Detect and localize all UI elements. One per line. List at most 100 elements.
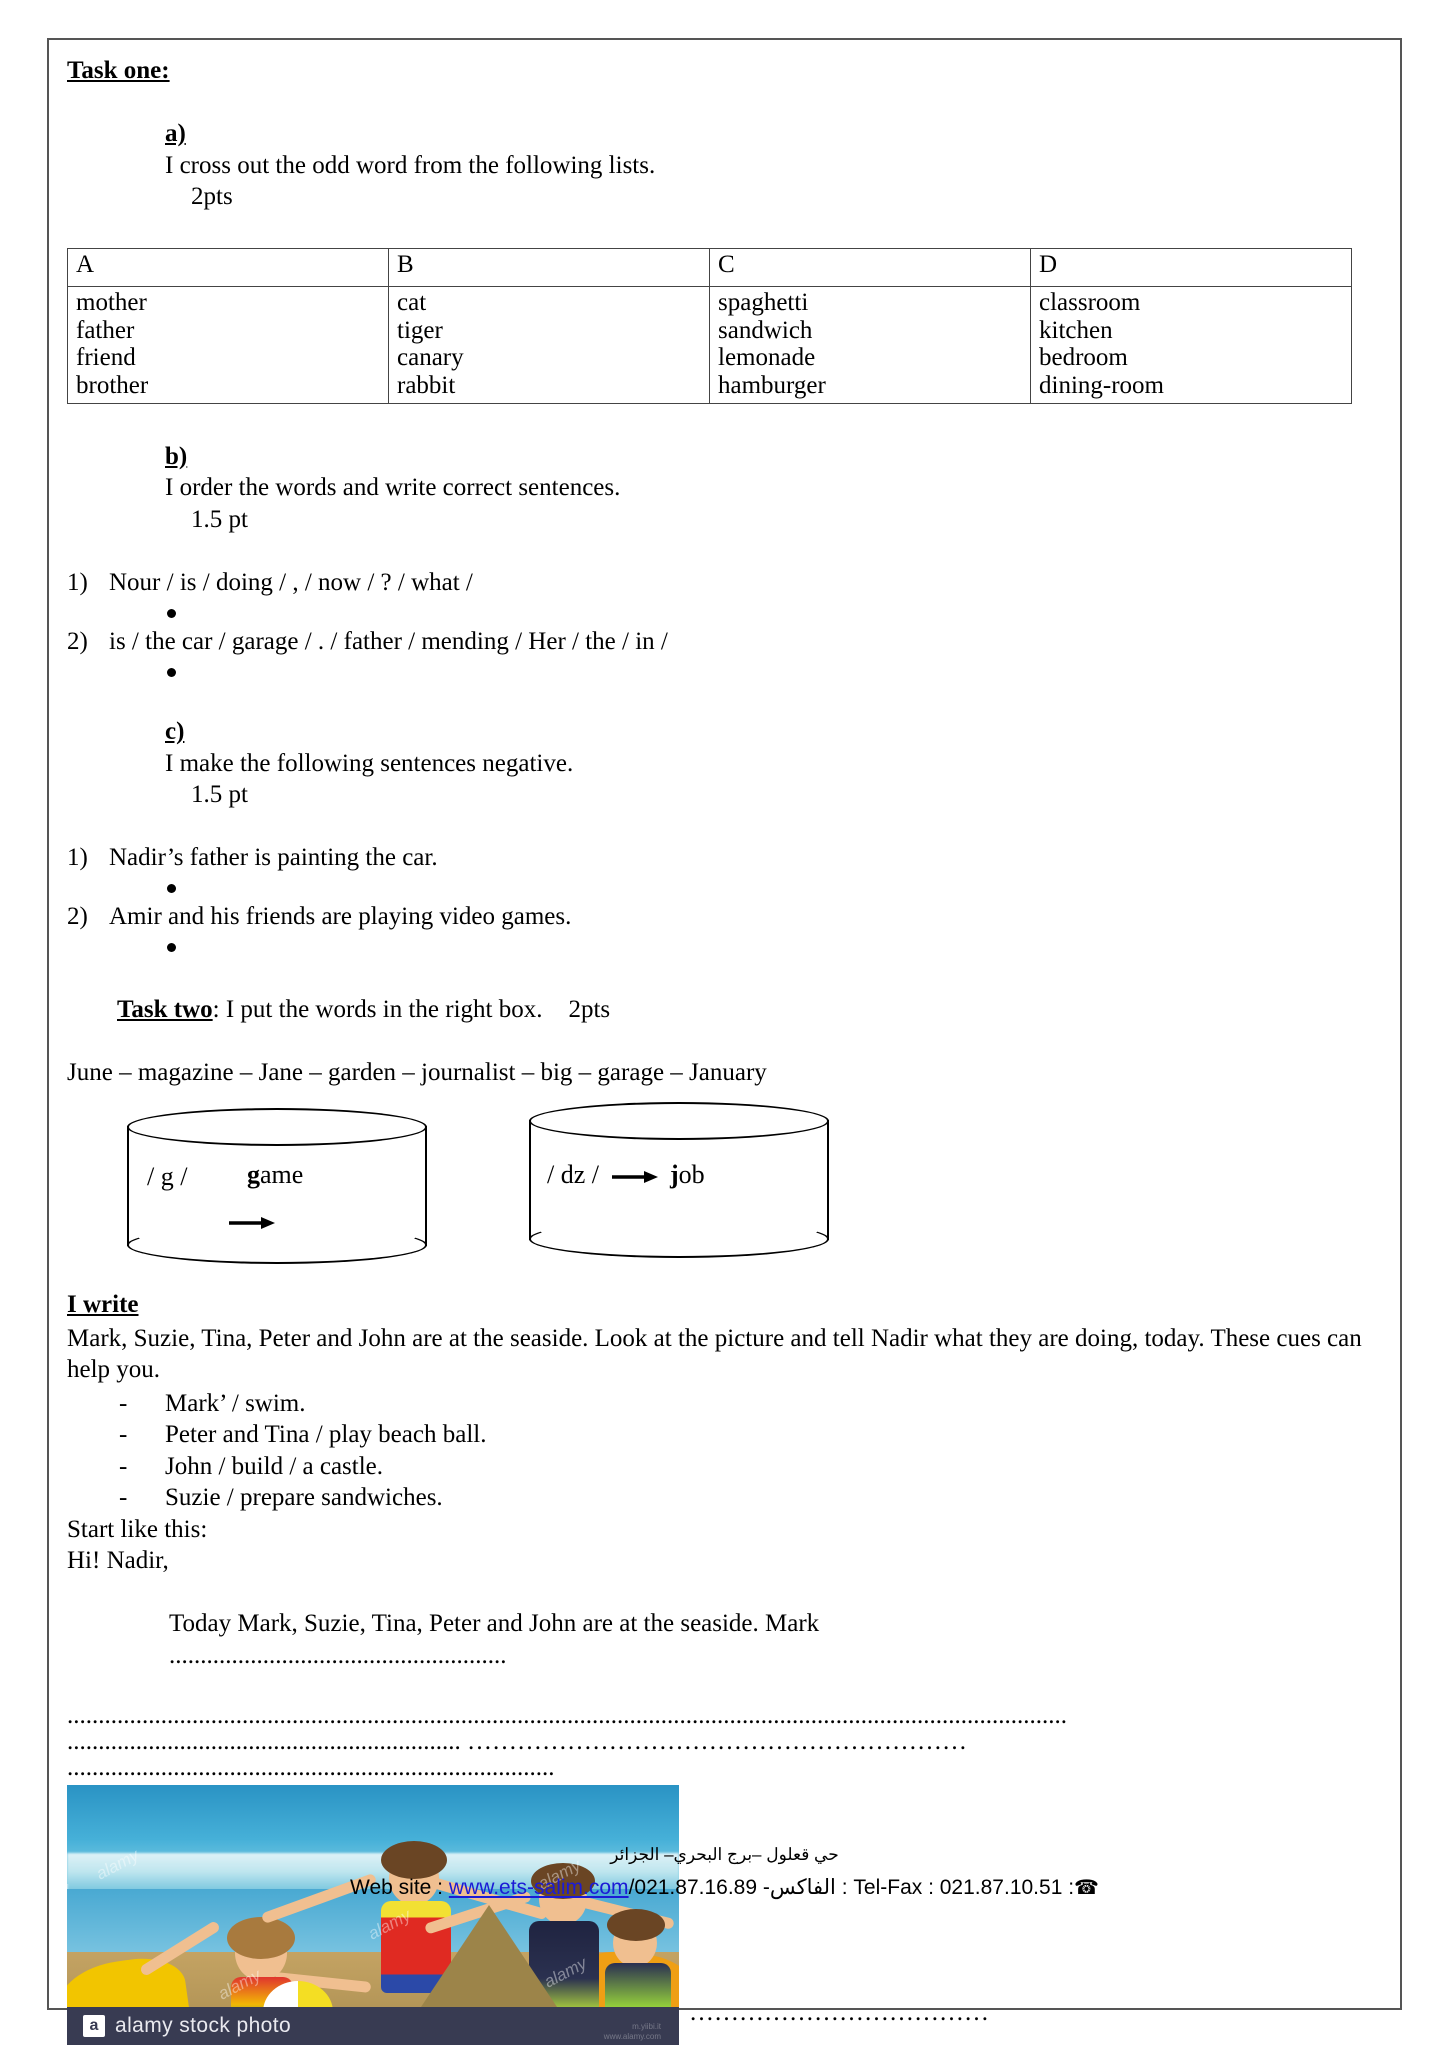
table-cell-column-c: spaghetti sandwich lemonade hamburger — [709, 286, 1031, 404]
table-header-b: B — [388, 248, 710, 287]
cylinder-top-ellipse — [127, 1108, 427, 1146]
start-like-this-label: Start like this: — [67, 1515, 208, 1543]
cue-dash: - — [119, 1389, 128, 1417]
phoneme-box-g[interactable]: / g / game — [127, 1108, 427, 1266]
alamy-corner-note-line1: m.yiibi.it — [632, 2021, 661, 2031]
task-two-instruction: : I put the words in the right box. — [212, 995, 543, 1023]
table-body-row: mother father friend brother cat tiger c… — [67, 286, 1352, 404]
part-b-item-1: 1) Nour / is / doing / , / now / ? / wha… — [67, 567, 1377, 599]
part-b-label: b) — [165, 442, 188, 470]
part-c-points: 1.5 pt — [191, 781, 248, 808]
fax-number: /021.87.16.89 — [628, 1876, 758, 1899]
part-c-label: c) — [165, 718, 185, 745]
item-text: is / the car / garage / . / father / men… — [109, 627, 668, 655]
part-c-item-2: 2) Amir and his friends are playing vide… — [67, 901, 1377, 933]
alamy-footer-bar: a alamy stock photo m.yiibi.it www.alamy… — [67, 2007, 679, 2046]
part-b-answer-bullet-1[interactable] — [67, 598, 1377, 626]
word-item: brother — [76, 371, 149, 399]
photo-row: alamy alamy alamy alamy alamy a alamy st… — [67, 1785, 1377, 2046]
task-two-heading-line: Task two: I put the words in the right b… — [67, 962, 1377, 1057]
task-one-title: Task one: — [67, 57, 170, 84]
task-two-title: Task two — [117, 995, 213, 1023]
phoneme-box-dz[interactable]: / dz / job — [529, 1102, 829, 1260]
word-item: dining-room — [1039, 371, 1164, 399]
cue-dash: - — [119, 1484, 128, 1511]
hair — [227, 1917, 295, 1960]
exam-page-frame: Task one: a) I cross out the odd word fr… — [47, 38, 1402, 2046]
table-header-row: A B C D — [67, 248, 1352, 287]
example-bold-letter: j — [670, 1160, 679, 1189]
part-c-answer-bullet-2[interactable] — [67, 933, 1377, 961]
answer-line-3[interactable]: ........................................… — [67, 1729, 1377, 1755]
cylinder-bottom-ellipse — [529, 1220, 829, 1258]
alamy-corner-note: m.yiibi.it www.alamy.com — [604, 2022, 661, 2044]
word-item: classroom — [1039, 289, 1141, 316]
part-b-answer-bullet-2[interactable] — [67, 657, 1377, 685]
item-number: 2) — [67, 627, 88, 655]
cue-item: - Peter and Tina / play beach ball. — [119, 1419, 1377, 1451]
website-link[interactable]: www.ets-salim.com — [449, 1876, 629, 1899]
starter-dots[interactable]: ........................................… — [169, 1642, 507, 1669]
task-one-part-b-line: b) I order the words and write correct s… — [67, 409, 1377, 567]
word-item: friend — [76, 344, 136, 371]
odd-word-table: A B C D mother father friend brother cat… — [67, 248, 1352, 404]
answer-line-4[interactable]: ........................................… — [67, 1755, 1377, 1781]
part-c-item-1: 1) Nadir’s father is painting the car. — [67, 842, 1377, 874]
footer-contact-line: Web site : www.ets-salim.com/021.87.16.8… — [49, 1875, 1400, 1900]
bullet-dot-icon — [167, 608, 176, 618]
answer-line-2[interactable]: ........................................… — [67, 1703, 1377, 1729]
table-cell-column-a: mother father friend brother — [67, 286, 389, 404]
task-two-section: Task two: I put the words in the right b… — [67, 962, 1377, 1284]
item-text: Nour / is / doing / , / now / ? / what / — [109, 568, 473, 596]
example-rest: ame — [260, 1160, 304, 1189]
word-item: rabbit — [397, 371, 456, 399]
phoneme-symbol-dz: / dz / — [547, 1160, 599, 1189]
answer-line-3-a[interactable]: ........................................… — [67, 1729, 461, 1755]
seaside-photo: alamy alamy alamy alamy alamy a alamy st… — [67, 1785, 679, 2046]
telephone-icon: ☎ — [1074, 1877, 1099, 1899]
table-cell-column-d: classroom kitchen bedroom dining-room — [1030, 286, 1352, 404]
cylinder-top-ellipse — [529, 1102, 829, 1140]
example-bold-letter: g — [247, 1160, 260, 1189]
item-number: 2) — [67, 903, 88, 930]
fax-label-arabic: -الفاكس : — [762, 1876, 848, 1899]
cue-text: John / build / a castle. — [165, 1452, 384, 1480]
phoneme-example-game: game — [247, 1160, 303, 1190]
part-c-answer-bullet-1[interactable] — [67, 874, 1377, 902]
part-b-instruction: I order the words and write correct sent… — [165, 474, 621, 501]
part-b-points: 1.5 pt — [191, 505, 248, 533]
phoneme-arrow-g — [229, 1206, 275, 1236]
word-item: hamburger — [718, 371, 826, 399]
i-write-section: I write Mark, Suzie, Tina, Peter and Joh… — [67, 1290, 1377, 1781]
cue-item: - Mark’ / swim. — [119, 1388, 1377, 1420]
phoneme-label-g: / g / — [147, 1162, 188, 1191]
part-a-instruction: I cross out the odd word from the follow… — [165, 151, 656, 179]
word-item: sandwich — [718, 316, 813, 344]
table-header-a: A — [67, 248, 389, 287]
part-a-label: a) — [165, 120, 186, 147]
word-item: kitchen — [1039, 316, 1113, 344]
cue-dash: - — [119, 1421, 128, 1448]
cue-text: Peter and Tina / play beach ball. — [165, 1421, 487, 1448]
word-item: spaghetti — [718, 289, 809, 316]
part-c-instruction: I make the following sentences negative. — [165, 749, 574, 777]
alamy-corner-note-line2: www.alamy.com — [603, 2032, 661, 2042]
page-footer: حي قعلول –برج البحري– الجزائر Web site :… — [49, 1845, 1400, 1900]
arrow-right-icon — [611, 1171, 658, 1184]
example-rest: ob — [678, 1160, 705, 1189]
cue-text: Mark’ / swim. — [165, 1389, 306, 1417]
word-item: bedroom — [1039, 344, 1128, 371]
dots-after-photo[interactable]: ……………………………… — [689, 1999, 989, 2027]
item-text: Nadir’s father is painting the car. — [109, 844, 438, 871]
part-b-item-2: 2) is / the car / garage / . / father / … — [67, 626, 1377, 658]
starter-line: Today Mark, Suzie, Tina, Peter and John … — [67, 1577, 1377, 1703]
alamy-label: alamy stock photo — [115, 2014, 292, 2038]
website-label: Web site : — [350, 1876, 444, 1899]
alamy-logo-icon: a — [83, 2015, 105, 2038]
page-content: Task one: a) I cross out the odd word fr… — [67, 56, 1377, 2046]
answer-line-3-b[interactable]: …………………………………………………… — [467, 1729, 967, 1755]
task-two-word-bank: June – magazine – Jane – garden – journa… — [67, 1058, 767, 1086]
starter-text: Today Mark, Suzie, Tina, Peter and John … — [169, 1610, 820, 1637]
item-number: 1) — [67, 844, 88, 871]
cue-item: - John / build / a castle. — [119, 1451, 1377, 1483]
